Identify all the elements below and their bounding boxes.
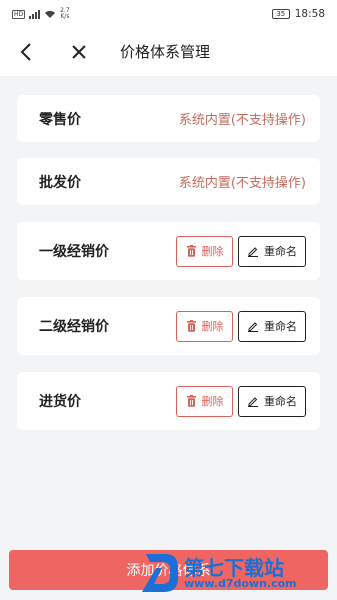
edit-icon: [248, 397, 258, 407]
builtin-note: 系统内置(不支持操作): [178, 176, 306, 191]
watermark-logo-icon: [142, 554, 178, 592]
item-actions: 删除 重命名: [176, 235, 306, 267]
watermark: 第七下载站 www.d7down.com: [140, 546, 337, 600]
price-item-name: 一级经销价: [39, 244, 109, 260]
wifi-icon: [45, 10, 56, 18]
builtin-note: 系统内置(不支持操作): [178, 113, 306, 128]
trash-icon: [186, 245, 196, 257]
watermark-brand: 第七下载站: [184, 555, 284, 580]
speed-unit: K/s: [60, 13, 70, 20]
price-item-retail: 零售价 系统内置(不支持操作): [17, 95, 320, 142]
rename-label: 重命名: [264, 320, 297, 333]
trash-icon: [186, 320, 196, 332]
page-title: 价格体系管理: [120, 43, 211, 61]
battery-icon: 35: [271, 9, 290, 19]
price-item-level2: 二级经销价 删除 重命名: [17, 297, 320, 355]
status-bar: HD 2.7 K/s 35 18:58: [0, 0, 337, 28]
price-item-purchase: 进货价 删除 重命名: [17, 372, 320, 430]
watermark-url: www.d7down.com: [184, 576, 297, 590]
network-speed: 2.7 K/s: [60, 8, 70, 20]
edit-icon: [248, 322, 258, 332]
delete-button[interactable]: 删除: [176, 385, 233, 417]
price-item-name: 二级经销价: [39, 319, 109, 335]
rename-label: 重命名: [264, 245, 297, 258]
item-actions: 删除 重命名: [176, 385, 306, 417]
rename-button[interactable]: 重命名: [238, 310, 306, 342]
delete-button[interactable]: 删除: [176, 310, 233, 342]
delete-label: 删除: [201, 245, 224, 258]
price-item-name: 进货价: [39, 394, 81, 410]
nav-bar: 价格体系管理: [0, 28, 337, 76]
delete-button[interactable]: 删除: [176, 235, 233, 267]
clock: 18:58: [294, 8, 325, 20]
delete-label: 删除: [201, 320, 224, 333]
back-arrow-icon[interactable]: [18, 42, 36, 62]
edit-icon: [248, 247, 258, 257]
signal-icon: [29, 9, 41, 19]
price-item-wholesale: 批发价 系统内置(不支持操作): [17, 158, 320, 205]
rename-label: 重命名: [264, 395, 297, 408]
rename-button[interactable]: 重命名: [238, 235, 306, 267]
status-right: 35 18:58: [271, 8, 325, 20]
price-list: 零售价 系统内置(不支持操作) 批发价 系统内置(不支持操作) 一级经销价 删除: [0, 76, 337, 546]
status-left: HD 2.7 K/s: [12, 8, 70, 20]
battery-level: 35: [276, 10, 286, 18]
network-badge: HD: [12, 9, 26, 19]
price-item-name: 零售价: [39, 111, 81, 128]
rename-button[interactable]: 重命名: [238, 385, 306, 417]
item-actions: 删除 重命名: [176, 310, 306, 342]
price-item-name: 批发价: [39, 174, 81, 191]
price-item-level1: 一级经销价 删除 重命名: [17, 222, 320, 280]
close-icon[interactable]: [70, 42, 88, 62]
watermark-text: 第七下载站 www.d7down.com: [184, 558, 297, 589]
trash-icon: [186, 395, 196, 407]
delete-label: 删除: [201, 395, 224, 408]
